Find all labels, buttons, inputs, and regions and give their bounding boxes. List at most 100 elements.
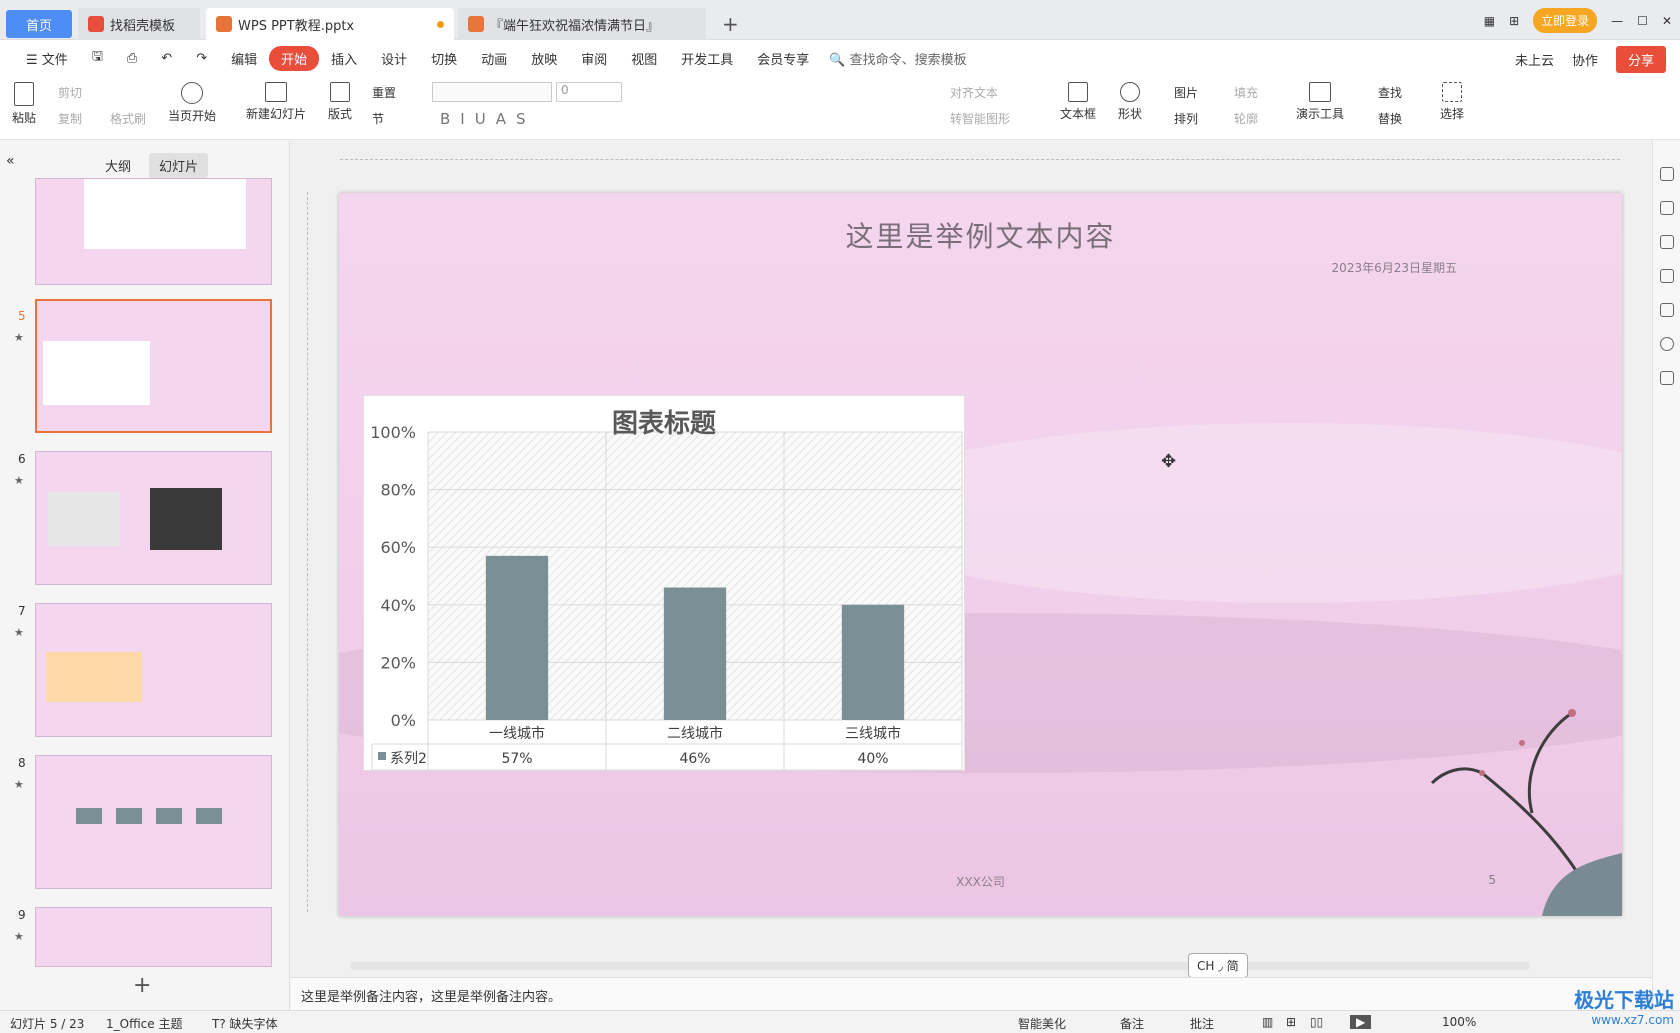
horizontal-scrollbar[interactable] bbox=[350, 962, 1530, 970]
missing-font[interactable]: T? 缺失字体 bbox=[212, 1015, 278, 1032]
find-button[interactable]: 查找 bbox=[1378, 84, 1402, 101]
reading-view-icon[interactable]: ▯▯ bbox=[1310, 1015, 1323, 1029]
tab-outline[interactable]: 大纲 bbox=[95, 153, 141, 178]
fill-button[interactable]: 填充 bbox=[1234, 84, 1258, 101]
zoom-level[interactable]: 100% bbox=[1442, 1015, 1476, 1029]
arrange-button[interactable]: 排列 bbox=[1174, 110, 1198, 127]
cut-button[interactable]: 剪切 bbox=[58, 84, 82, 101]
comments-toggle[interactable]: 批注 bbox=[1190, 1015, 1214, 1032]
save-icon[interactable]: 🖫 bbox=[80, 47, 115, 69]
slide-date[interactable]: 2023年6月23日星期五 bbox=[1332, 259, 1457, 276]
slide-canvas[interactable]: 这里是举例文本内容 2023年6月23日星期五 0% 20% 40% 60% 80% 10… bbox=[339, 193, 1622, 916]
from-current-button[interactable]: 当页开始 bbox=[168, 82, 216, 124]
chart-object[interactable]: 0% 20% 40% 60% 80% 100% 一线城市 57% 二线城市 46% 三线城市 40%… bbox=[363, 395, 965, 771]
textbox-button[interactable]: 文本框 bbox=[1060, 82, 1096, 122]
ribbon-toolbar: 粘贴 剪切 复制 格式刷 当页开始 新建幻灯片 版式 重置 节 0 BIUAS … bbox=[0, 76, 1680, 140]
location-icon[interactable] bbox=[1660, 337, 1674, 351]
tab-slides[interactable]: 幻灯片 bbox=[149, 153, 209, 178]
add-slide-icon[interactable]: + bbox=[133, 973, 151, 998]
theme-name[interactable]: 1_Office 主题 bbox=[106, 1015, 182, 1032]
slide-thumb-4[interactable] bbox=[35, 178, 272, 285]
legend-swatch bbox=[378, 752, 386, 760]
rocket-icon[interactable] bbox=[1660, 167, 1674, 181]
bar-一线城市 bbox=[485, 555, 549, 720]
minimize-icon[interactable]: — bbox=[1611, 14, 1623, 28]
collapse-panel-icon[interactable]: « bbox=[6, 153, 15, 169]
menu-start[interactable]: 开始 bbox=[269, 45, 320, 71]
present-tool-label: 演示工具 bbox=[1296, 107, 1345, 121]
redo-icon[interactable]: ↷ bbox=[184, 51, 219, 66]
collab-button[interactable]: 协作 bbox=[1572, 50, 1598, 69]
comment-icon[interactable] bbox=[1660, 269, 1674, 283]
maximize-icon[interactable]: ☐ bbox=[1637, 14, 1648, 28]
thumb-line-chart bbox=[48, 492, 120, 546]
command-search[interactable]: 🔍 查找命令、搜索模板 bbox=[829, 49, 966, 68]
notes-toggle[interactable]: 备注 bbox=[1120, 1015, 1144, 1032]
menu-view[interactable]: 视图 bbox=[619, 49, 669, 68]
image-icon[interactable] bbox=[1660, 303, 1674, 317]
undo-icon[interactable]: ↶ bbox=[149, 51, 184, 66]
smart-beautify[interactable]: 智能美化 bbox=[1018, 1015, 1066, 1032]
menu-developer[interactable]: 开发工具 bbox=[669, 49, 745, 68]
sliders-icon[interactable] bbox=[1660, 201, 1674, 215]
tab-home[interactable]: 首页 bbox=[6, 10, 72, 38]
edit-menu[interactable]: 编辑 bbox=[219, 49, 269, 68]
paste-button[interactable]: 粘贴 bbox=[12, 82, 36, 126]
menu-member[interactable]: 会员专享 bbox=[745, 49, 821, 68]
font-name-select[interactable] bbox=[432, 82, 552, 102]
smartart-button[interactable]: 转智能图形 bbox=[950, 110, 1010, 127]
tab-dragon-label: 『端午狂欢祝福浓情满节日』 bbox=[490, 18, 660, 34]
menu-transition[interactable]: 切换 bbox=[419, 49, 469, 68]
legend-series-label: 系列2 bbox=[390, 751, 427, 767]
slide-title[interactable]: 这里是举例文本内容 bbox=[339, 215, 1622, 255]
normal-view-icon[interactable]: ▥ bbox=[1262, 1015, 1273, 1029]
menu-review[interactable]: 审阅 bbox=[569, 49, 619, 68]
slide-thumb-7[interactable] bbox=[35, 603, 272, 737]
apps-icon[interactable]: ⊞ bbox=[1509, 14, 1519, 28]
slide-thumb-5[interactable] bbox=[35, 299, 272, 433]
tab-template-label: 找稻壳模板 bbox=[110, 18, 176, 34]
menu-slideshow[interactable]: 放映 bbox=[519, 49, 569, 68]
picture-button[interactable]: 图片 bbox=[1174, 84, 1198, 101]
play-slideshow-icon[interactable]: ▶ bbox=[1350, 1015, 1372, 1029]
reset-button[interactable]: 重置 bbox=[372, 84, 396, 101]
outline-button[interactable]: 轮廓 bbox=[1234, 110, 1258, 127]
menu-insert[interactable]: 插入 bbox=[319, 49, 369, 68]
menu-design[interactable]: 设计 bbox=[369, 49, 419, 68]
thumb-process bbox=[76, 808, 226, 824]
copy-button[interactable]: 复制 bbox=[58, 110, 82, 127]
book-icon[interactable] bbox=[1660, 371, 1674, 385]
login-button[interactable]: 立即登录 bbox=[1533, 8, 1598, 33]
cloud-status[interactable]: 未上云 bbox=[1515, 50, 1554, 69]
layout-button[interactable]: 版式 bbox=[328, 82, 352, 122]
menu-animation[interactable]: 动画 bbox=[469, 49, 519, 68]
replace-button[interactable]: 替换 bbox=[1378, 110, 1402, 127]
font-style-buttons[interactable]: BIUAS bbox=[440, 110, 535, 128]
print-icon[interactable]: ⎙ bbox=[115, 51, 149, 66]
ime-indicator[interactable]: CH ◞ 简 bbox=[1188, 953, 1248, 978]
slide-thumb-6[interactable] bbox=[35, 451, 272, 585]
select-button[interactable]: 选择 bbox=[1440, 82, 1464, 122]
slide-thumb-9[interactable] bbox=[35, 907, 272, 967]
format-painter-button[interactable]: 格式刷 bbox=[110, 110, 146, 127]
font-size-select[interactable]: 0 bbox=[556, 82, 622, 102]
slide-thumb-8[interactable] bbox=[35, 755, 272, 889]
sorter-view-icon[interactable]: ⊞ bbox=[1286, 1015, 1296, 1029]
tab-dragon-boat[interactable]: 『端午狂欢祝福浓情满节日』 bbox=[458, 8, 706, 40]
shape-icon bbox=[1120, 82, 1140, 102]
tab-ppt-tutorial[interactable]: WPS PPT教程.pptx bbox=[206, 8, 454, 40]
layout-icon[interactable]: ▦ bbox=[1484, 14, 1495, 28]
new-tab-button[interactable]: + bbox=[712, 8, 749, 40]
plum-blossom-decoration bbox=[1430, 709, 1622, 916]
shape-button[interactable]: 形状 bbox=[1118, 82, 1142, 122]
notes-pane[interactable]: 这里是举例备注内容，这里是举例备注内容。 bbox=[291, 977, 1652, 1010]
file-menu[interactable]: ☰ 文件 bbox=[14, 49, 80, 68]
star-icon[interactable] bbox=[1660, 235, 1674, 249]
section-button[interactable]: 节 bbox=[372, 110, 384, 127]
tab-template[interactable]: 找稻壳模板 bbox=[78, 8, 200, 40]
new-slide-button[interactable]: 新建幻灯片 bbox=[246, 82, 306, 122]
share-button[interactable]: 分享 bbox=[1615, 46, 1666, 73]
close-icon[interactable]: ✕ bbox=[1662, 14, 1672, 28]
align-text-button[interactable]: 对齐文本 bbox=[950, 84, 998, 101]
present-tool-button[interactable]: 演示工具 bbox=[1296, 82, 1344, 122]
